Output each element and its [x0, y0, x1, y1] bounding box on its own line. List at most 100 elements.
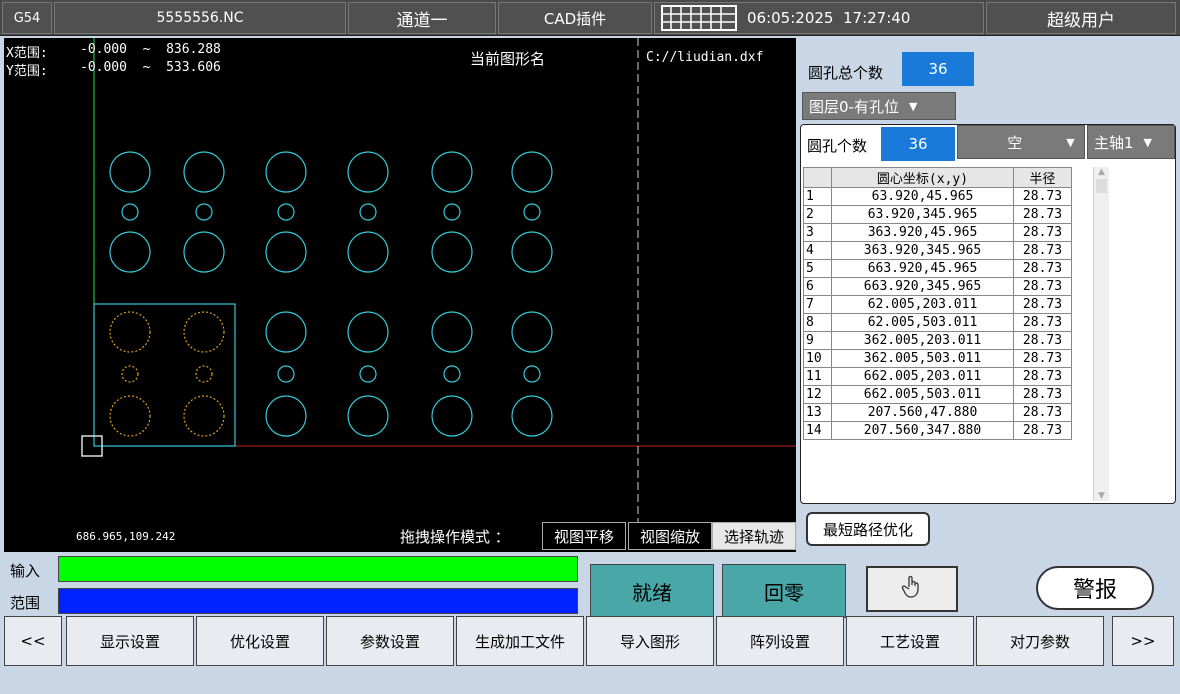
x-range-label: X范围: — [6, 46, 48, 61]
row-radius: 28.73 — [1013, 367, 1072, 386]
row-radius: 28.73 — [1013, 421, 1072, 440]
hand-pointer-icon — [901, 575, 923, 603]
keyboard-icon[interactable] — [661, 5, 739, 31]
table-row[interactable]: 3 363.920,45.965 28.73 — [803, 223, 1072, 242]
scroll-thumb[interactable] — [1096, 179, 1107, 193]
file-path: C://liudian.dxf — [646, 50, 764, 65]
row-index: 11 — [803, 367, 832, 386]
nav-item-button[interactable]: 阵列设置 — [716, 616, 844, 666]
cursor-coordinates: 686.965,109.242 — [76, 530, 176, 543]
row-index: 2 — [803, 205, 832, 224]
row-center-coord: 362.005,203.011 — [831, 331, 1014, 350]
drag-mode-label: 拖拽操作模式 ： — [400, 528, 510, 546]
table-scrollbar[interactable]: ▲ ▼ — [1093, 167, 1109, 501]
hole-circle — [359, 203, 377, 221]
table-row[interactable]: 7 62.005,203.011 28.73 — [803, 295, 1072, 314]
hole-circle — [183, 151, 225, 193]
row-radius: 28.73 — [1013, 403, 1072, 422]
hole-circle — [443, 203, 461, 221]
empty-dropdown-label: 空 — [1007, 133, 1023, 152]
nav-next-button[interactable]: >> — [1112, 616, 1174, 666]
hole-circle — [277, 203, 295, 221]
table-row[interactable]: 5 663.920,45.965 28.73 — [803, 259, 1072, 278]
table-row[interactable]: 2 63.920,345.965 28.73 — [803, 205, 1072, 224]
row-index: 5 — [803, 259, 832, 278]
row-center-coord: 63.920,45.965 — [831, 187, 1014, 206]
table-row[interactable]: 11 662.005,203.011 28.73 — [803, 367, 1072, 386]
table-row[interactable]: 1 63.920,45.965 28.73 — [803, 187, 1072, 206]
scroll-up-icon[interactable]: ▲ — [1094, 167, 1109, 177]
hole-circle — [265, 395, 307, 437]
table-header-radius: 半径 — [1013, 167, 1072, 188]
spindle-dropdown-label: 主轴1 — [1094, 133, 1134, 152]
hole-circle — [121, 203, 139, 221]
input-bar[interactable] — [58, 556, 578, 582]
hole-circle — [431, 231, 473, 273]
row-center-coord: 362.005,503.011 — [831, 349, 1014, 368]
table-row[interactable]: 8 62.005,503.011 28.73 — [803, 313, 1072, 332]
hole-info-panel: 圆孔总个数 36 图层0-有孔位 ▼ 圆孔个数 36 空 ▼ 主轴1 ▼ 圆心坐… — [798, 38, 1180, 552]
hole-circle — [431, 311, 473, 353]
table-row[interactable]: 10 362.005,503.011 28.73 — [803, 349, 1072, 368]
hole-circle — [347, 231, 389, 273]
hole-circle — [183, 395, 225, 437]
hole-circle — [511, 151, 553, 193]
row-radius: 28.73 — [1013, 349, 1072, 368]
chevron-down-icon: ▼ — [1066, 135, 1075, 149]
row-radius: 28.73 — [1013, 241, 1072, 260]
hole-circle — [265, 311, 307, 353]
hole-circle — [195, 365, 213, 383]
table-row[interactable]: 13 207.560,47.880 28.73 — [803, 403, 1072, 422]
top-status-bar: G54 5555556.NC 通道一 CAD插件 06:05:2025 17:2… — [0, 0, 1180, 36]
hole-circle — [511, 231, 553, 273]
nav-item-button[interactable]: 显示设置 — [66, 616, 194, 666]
hole-circle — [109, 151, 151, 193]
table-header-index — [803, 167, 832, 188]
holes-count-label: 圆孔个数 — [807, 137, 868, 155]
table-row[interactable]: 6 663.920,345.965 28.73 — [803, 277, 1072, 296]
row-index: 6 — [803, 277, 832, 296]
row-radius: 28.73 — [1013, 223, 1072, 242]
nav-item-button[interactable]: 导入图形 — [586, 616, 714, 666]
input-label: 输入 — [10, 562, 41, 580]
channel-label[interactable]: 通道一 — [348, 2, 496, 34]
table-row[interactable]: 14 207.560,347.880 28.73 — [803, 421, 1072, 440]
row-center-coord: 662.005,503.011 — [831, 385, 1014, 404]
spindle-dropdown[interactable]: 主轴1 ▼ — [1087, 125, 1175, 159]
row-radius: 28.73 — [1013, 259, 1072, 278]
scroll-down-icon[interactable]: ▼ — [1094, 491, 1109, 501]
cad-plugin-tab[interactable]: CAD插件 — [498, 2, 652, 34]
nav-item-button[interactable]: 参数设置 — [326, 616, 454, 666]
cad-drawing-canvas[interactable]: X范围: -0.000 ~ 836.288 Y范围: -0.000 ~ 533.… — [4, 38, 796, 552]
nav-item-button[interactable]: 对刀参数 — [976, 616, 1104, 666]
hole-circle — [511, 395, 553, 437]
nav-item-button[interactable]: 生成加工文件 — [456, 616, 584, 666]
row-center-coord: 662.005,203.011 — [831, 367, 1014, 386]
layer-dropdown[interactable]: 图层0-有孔位 ▼ — [802, 92, 956, 120]
nav-prev-button[interactable]: << — [4, 616, 62, 666]
hole-circle — [431, 395, 473, 437]
hole-circle — [195, 203, 213, 221]
user-role[interactable]: 超级用户 — [986, 2, 1176, 34]
table-row[interactable]: 9 362.005,203.011 28.73 — [803, 331, 1072, 350]
row-radius: 28.73 — [1013, 385, 1072, 404]
total-holes-value: 36 — [902, 52, 974, 86]
nav-item-button[interactable]: 优化设置 — [196, 616, 324, 666]
hole-circle — [347, 151, 389, 193]
row-center-coord: 62.005,203.011 — [831, 295, 1014, 314]
empty-dropdown[interactable]: 空 ▼ — [957, 125, 1085, 159]
hole-circle — [183, 231, 225, 273]
hole-circle — [359, 365, 377, 383]
shortest-path-optimize-button[interactable]: 最短路径优化 — [806, 512, 930, 546]
drawing-svg — [81, 38, 796, 552]
mode-select-button[interactable]: 选择轨迹 — [712, 522, 796, 550]
mode-pan-button[interactable]: 视图平移 — [542, 522, 626, 550]
table-row[interactable]: 4 363.920,345.965 28.73 — [803, 241, 1072, 260]
hole-circle — [265, 231, 307, 273]
nav-item-button[interactable]: 工艺设置 — [846, 616, 974, 666]
table-row[interactable]: 12 662.005,503.011 28.73 — [803, 385, 1072, 404]
mode-zoom-button[interactable]: 视图缩放 — [628, 522, 712, 550]
chevron-down-icon: ▼ — [908, 99, 918, 113]
row-index: 8 — [803, 313, 832, 332]
row-center-coord: 207.560,347.880 — [831, 421, 1014, 440]
